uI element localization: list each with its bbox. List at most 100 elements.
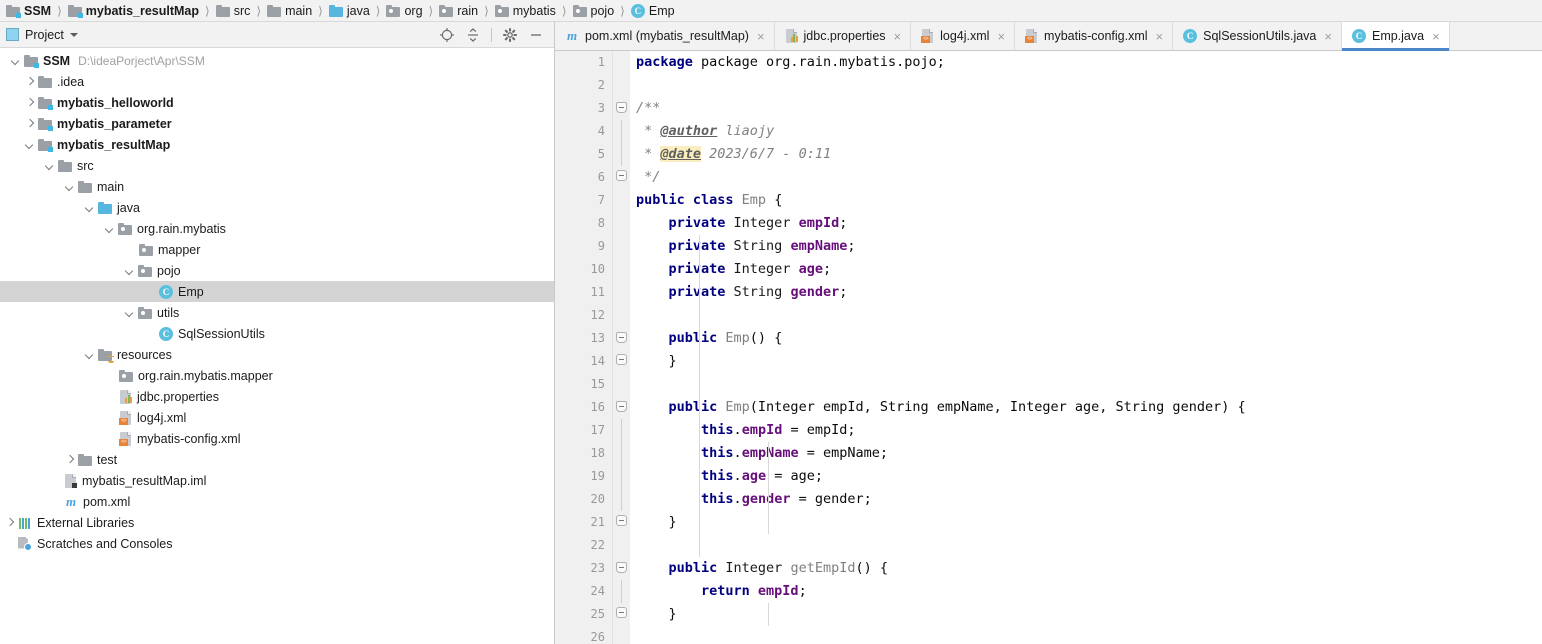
tree-row-scratches-and-consoles[interactable]: Scratches and Consoles: [0, 533, 554, 554]
tree-row-src[interactable]: src: [0, 155, 554, 176]
module-icon: [24, 54, 39, 68]
breadcrumb-item-ssm[interactable]: SSM: [4, 4, 53, 18]
fold-region-constructor-end[interactable]: [613, 350, 630, 373]
tab-pom-xml[interactable]: m pom.xml (mybatis_resultMap) ×: [555, 22, 775, 50]
tree-row-pom-xml[interactable]: m pom.xml: [0, 491, 554, 512]
tree-row-main[interactable]: main: [0, 176, 554, 197]
chevron-down-icon[interactable]: [10, 55, 21, 66]
tree-row-mybatis-helloworld[interactable]: mybatis_helloworld: [0, 92, 554, 113]
chevron-down-icon[interactable]: [64, 181, 75, 192]
folder-icon: [267, 4, 282, 17]
tree-row-pojo[interactable]: pojo: [0, 260, 554, 281]
tab-jdbc-properties[interactable]: jdbc.properties ×: [775, 22, 912, 50]
code-line-9: private String empName;: [636, 238, 856, 254]
close-icon[interactable]: ×: [894, 30, 902, 43]
chevron-down-icon[interactable]: [104, 223, 115, 234]
code-folding-gutter[interactable]: [612, 51, 630, 644]
tree-label: java: [117, 200, 140, 215]
javadoc-date-tag: @date: [660, 146, 702, 162]
code-editor[interactable]: 1 2 3 4 5 6 7 8 9 10 11 12 13 @ 14: [555, 51, 1542, 644]
chevron-down-icon[interactable]: [24, 139, 35, 150]
chevron-down-icon[interactable]: [84, 349, 95, 360]
tree-row-mybatis-resultmap-iml[interactable]: mybatis_resultMap.iml: [0, 470, 554, 491]
tab-mybatis-config-xml[interactable]: <> mybatis-config.xml ×: [1015, 22, 1174, 50]
breadcrumb-item-rain[interactable]: rain: [437, 4, 480, 18]
fold-cell: [613, 51, 630, 74]
breadcrumb-item-emp[interactable]: C Emp: [629, 3, 677, 18]
locate-icon[interactable]: [439, 27, 455, 43]
breadcrumb-item-mybatis-resultmap[interactable]: mybatis_resultMap: [66, 4, 201, 18]
tree-label: resources: [117, 347, 172, 362]
tree-row-emp[interactable]: C Emp: [0, 281, 554, 302]
chevron-down-icon[interactable]: [69, 32, 78, 37]
tree-row-jdbc-properties[interactable]: jdbc.properties: [0, 386, 554, 407]
breadcrumb-item-java[interactable]: java: [327, 4, 372, 18]
fold-region-getter-end[interactable]: [613, 603, 630, 626]
project-path: D:\ideaPorject\Apr\SSM: [78, 53, 205, 68]
tree-row-idea[interactable]: .idea: [0, 71, 554, 92]
fold-region-getter[interactable]: [613, 557, 630, 580]
breadcrumb-item-mybatis[interactable]: mybatis: [493, 4, 558, 18]
breadcrumb-label: pojo: [590, 3, 615, 18]
tab-sqlsessionutils-java[interactable]: C SqlSessionUtils.java ×: [1173, 22, 1342, 50]
fold-region-javadoc-end[interactable]: [613, 166, 630, 189]
line-number: 4: [597, 124, 605, 138]
close-icon[interactable]: ×: [1156, 30, 1164, 43]
tree-row-mybatis-resultmap[interactable]: mybatis_resultMap: [0, 134, 554, 155]
tree-row-test[interactable]: test: [0, 449, 554, 470]
breadcrumb-item-main[interactable]: main: [265, 4, 314, 18]
tree-row-org-rain-mybatis[interactable]: org.rain.mybatis: [0, 218, 554, 239]
tree-row-log4j-xml[interactable]: <> log4j.xml: [0, 407, 554, 428]
folder-icon: [215, 4, 230, 17]
tree-row-org-rain-mybatis-mapper[interactable]: org.rain.mybatis.mapper: [0, 365, 554, 386]
chevron-right-icon[interactable]: [24, 97, 35, 108]
settings-gear-icon[interactable]: [502, 27, 518, 43]
close-icon[interactable]: ×: [1324, 30, 1332, 43]
chevron-right-icon[interactable]: [24, 118, 35, 129]
fold-region-constructor[interactable]: [613, 327, 630, 350]
chevron-right-icon[interactable]: [64, 454, 75, 465]
tree-row-ssm[interactable]: SSM D:\ideaPorject\Apr\SSM: [0, 50, 554, 71]
chevron-right-icon[interactable]: [24, 76, 35, 87]
fold-region-javadoc[interactable]: [613, 97, 630, 120]
tree-row-java[interactable]: java: [0, 197, 554, 218]
code-line-24: return empId;: [636, 583, 807, 599]
hide-panel-icon[interactable]: [528, 27, 544, 43]
chevron-down-icon[interactable]: [124, 265, 135, 276]
breadcrumb-separator-icon: ⟩: [561, 3, 567, 18]
tree-row-mybatis-config-xml[interactable]: <> mybatis-config.xml: [0, 428, 554, 449]
chevron-right-icon[interactable]: [4, 517, 15, 528]
project-tree[interactable]: SSM D:\ideaPorject\Apr\SSM .idea mybatis…: [0, 48, 554, 644]
close-icon[interactable]: ×: [1432, 30, 1440, 43]
tree-row-external-libraries[interactable]: External Libraries: [0, 512, 554, 533]
tree-row-resources[interactable]: resources: [0, 344, 554, 365]
breadcrumb-label: rain: [457, 3, 479, 18]
code-line-20: this.gender = gender;: [636, 491, 872, 507]
chevron-down-icon[interactable]: [124, 307, 135, 318]
fold-region-constructor2[interactable]: [613, 396, 630, 419]
breadcrumb-item-pojo[interactable]: pojo: [571, 4, 617, 18]
close-icon[interactable]: ×: [997, 30, 1005, 43]
tab-log4j-xml[interactable]: <> log4j.xml ×: [911, 22, 1016, 50]
folder-icon: [78, 453, 92, 466]
breadcrumb-item-src[interactable]: src: [214, 4, 253, 18]
fold-cell: [613, 534, 630, 557]
project-panel-title-group[interactable]: Project: [6, 28, 78, 42]
fold-cell: [613, 419, 630, 442]
tree-row-sqlsessionutils[interactable]: C SqlSessionUtils: [0, 323, 554, 344]
tree-label: main: [97, 179, 125, 194]
line-number-with-marker: 13 @: [555, 327, 628, 350]
line-number: 15: [590, 377, 605, 391]
tab-emp-java[interactable]: C Emp.java ×: [1341, 22, 1450, 51]
breadcrumb-item-org[interactable]: org: [384, 4, 424, 18]
folder-icon: [78, 180, 92, 193]
tree-row-mybatis-parameter[interactable]: mybatis_parameter: [0, 113, 554, 134]
tree-row-utils[interactable]: utils: [0, 302, 554, 323]
collapse-all-icon[interactable]: [465, 27, 481, 43]
chevron-down-icon[interactable]: [44, 160, 55, 171]
close-icon[interactable]: ×: [757, 30, 765, 43]
fold-region-constructor2-end[interactable]: [613, 511, 630, 534]
tree-row-mapper[interactable]: mapper: [0, 239, 554, 260]
code-text[interactable]: package package org.rain.mybatis.pojo; /…: [630, 51, 1542, 644]
chevron-down-icon[interactable]: [84, 202, 95, 213]
